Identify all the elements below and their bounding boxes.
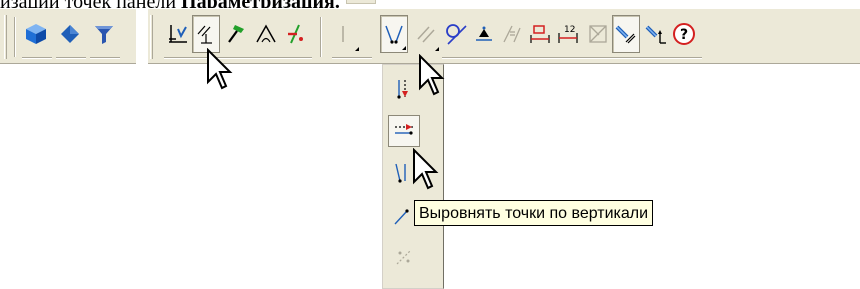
help-icon: ?: [673, 23, 695, 45]
align-points-button[interactable]: [380, 15, 408, 53]
view-toolbar: [0, 8, 136, 64]
horizontal-dimension-icon: [530, 25, 550, 43]
caption-text: изации точек панели Параметризация.: [0, 0, 376, 12]
fix-point-button[interactable]: [164, 15, 192, 53]
cube-icon: [26, 24, 46, 44]
button-slot-line: [332, 57, 372, 59]
align-vertical-points-button[interactable]: [388, 73, 420, 105]
drawing-frame-button[interactable]: [584, 15, 612, 53]
diamond-button[interactable]: [56, 15, 84, 53]
toolbar-separator: [14, 17, 16, 57]
filter-button[interactable]: [90, 15, 118, 53]
fixed-dimension-button[interactable]: 12: [554, 15, 582, 53]
drawing-frame-icon: [589, 25, 607, 43]
collinear-icon: [342, 26, 344, 42]
svg-text:?: ?: [680, 27, 688, 43]
parametrization-toolbar: 12 ?: [148, 8, 860, 64]
fixed-dimension-icon: 12: [558, 25, 578, 43]
show-degrees-button[interactable]: [642, 15, 670, 53]
tangent-button[interactable]: [442, 15, 470, 53]
symmetric-points-button[interactable]: [388, 241, 420, 273]
equal-length-icon: [503, 25, 521, 43]
button-slot-line: [22, 57, 52, 59]
angle-constraint-icon: [256, 24, 276, 43]
button-slot-line: [442, 57, 702, 59]
delete-constraint-icon: [288, 24, 303, 44]
collinear-button[interactable]: [332, 15, 360, 53]
filter-funnel-icon: [95, 26, 113, 44]
button-slot-line: [56, 57, 86, 59]
show-constraints-icon: [615, 25, 636, 44]
fix-point-icon: [169, 25, 187, 43]
parallel-constraint-icon: [197, 25, 212, 44]
align-vertical-points-icon: [397, 80, 408, 99]
align-points-vertically-icon: [395, 163, 406, 183]
hammer-button[interactable]: [222, 15, 250, 53]
submenu-arrow-icon: [435, 47, 439, 51]
tangent-icon: [446, 24, 467, 45]
submenu-arrow-icon: [402, 46, 406, 50]
perpendicular-anchor-icon: [476, 26, 492, 41]
align-horizontal-points-button[interactable]: [388, 115, 420, 147]
cube-button[interactable]: [22, 15, 50, 53]
show-degrees-icon: [645, 25, 666, 44]
dimension-value-label: 12: [564, 25, 575, 35]
parallel-constraint-button[interactable]: [192, 15, 220, 53]
toolbar-separator: [320, 17, 322, 57]
align-horizontal-points-icon: [395, 124, 413, 135]
toolbar-grip[interactable]: [150, 15, 153, 59]
equal-length-button[interactable]: [498, 15, 526, 53]
align-point-to-line-icon: [394, 209, 409, 225]
button-slot-line: [90, 57, 120, 59]
toolbar-grip[interactable]: [4, 15, 7, 59]
align-points-vertically-button[interactable]: [388, 157, 420, 189]
horizontal-dimension-button[interactable]: [526, 15, 554, 53]
delete-constraint-button[interactable]: [282, 15, 310, 53]
perpendicular-button[interactable]: [470, 15, 498, 53]
angle-constraint-button[interactable]: [252, 15, 280, 53]
diamond-shape-icon: [61, 25, 79, 43]
parallel-lines-button[interactable]: [412, 15, 440, 53]
help-button[interactable]: ?: [670, 15, 698, 53]
align-points-flyout: [382, 64, 444, 289]
hammer-icon: [228, 25, 244, 43]
caption-toolbar-swatch: [345, 0, 376, 4]
align-points-icon: [385, 25, 403, 44]
symmetric-points-icon: [396, 249, 412, 265]
button-slot-line: [164, 57, 312, 59]
parallel-lines-icon: [417, 26, 435, 43]
show-constraints-button[interactable]: [612, 15, 640, 53]
submenu-arrow-icon: [355, 47, 359, 51]
tooltip: Выровнять точки по вертикали: [414, 200, 654, 226]
